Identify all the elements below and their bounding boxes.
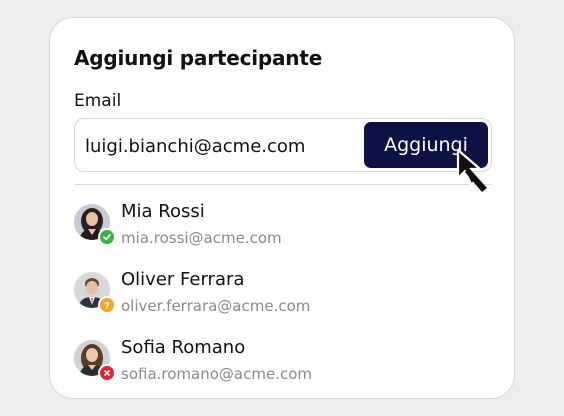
add-button[interactable]: Aggiungi xyxy=(364,122,488,168)
email-input[interactable] xyxy=(85,133,360,159)
list-item[interactable]: Oliver Ferrara oliver.ferrara@acme.com xyxy=(74,269,484,319)
question-icon xyxy=(104,301,110,309)
list-item[interactable]: Sofia Romano sofia.romano@acme.com xyxy=(74,337,484,387)
add-participant-card: Aggiungi partecipante Email Aggiungi Mia… xyxy=(49,17,515,399)
member-email: sofia.romano@acme.com xyxy=(121,365,312,383)
status-badge xyxy=(98,228,116,246)
member-name: Sofia Romano xyxy=(121,337,246,358)
email-input-group: Aggiungi xyxy=(74,118,492,172)
list-item[interactable]: Mia Rossi mia.rossi@acme.com xyxy=(74,201,484,251)
dialog-title: Aggiungi partecipante xyxy=(74,46,323,70)
member-name: Mia Rossi xyxy=(121,201,205,222)
member-email: oliver.ferrara@acme.com xyxy=(121,297,311,315)
member-email: mia.rossi@acme.com xyxy=(121,229,282,247)
x-icon xyxy=(104,370,110,376)
divider xyxy=(74,184,492,185)
check-icon xyxy=(103,234,111,241)
status-badge xyxy=(98,364,116,382)
member-name: Oliver Ferrara xyxy=(121,269,245,290)
status-badge xyxy=(98,296,116,314)
email-label: Email xyxy=(74,91,122,111)
